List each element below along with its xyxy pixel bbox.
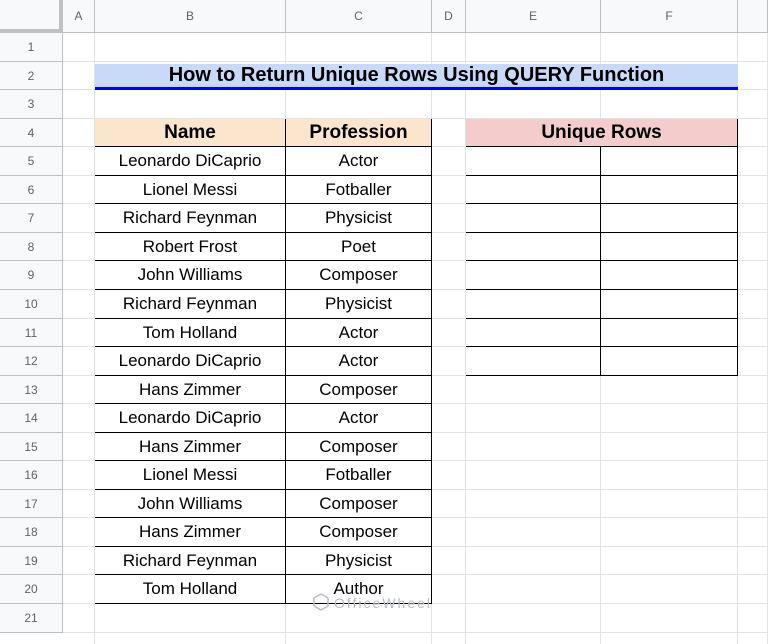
profession-cell[interactable]: Fotballer: [286, 461, 432, 490]
select-all-corner[interactable]: [0, 0, 63, 33]
name-cell[interactable]: Leonardo DiCaprio: [95, 147, 286, 176]
name-cell[interactable]: Leonardo DiCaprio: [95, 404, 286, 433]
unique-rows-header: Unique Rows: [466, 119, 738, 147]
profession-cell[interactable]: Composer: [286, 433, 432, 461]
name-cell[interactable]: Lionel Messi: [95, 176, 286, 204]
row-header-8[interactable]: 8: [0, 233, 63, 261]
profession-cell[interactable]: Physicist: [286, 290, 432, 319]
row-header-6[interactable]: 6: [0, 176, 63, 204]
name-cell[interactable]: John Williams: [95, 261, 286, 290]
row-header-17[interactable]: 17: [0, 490, 63, 518]
gridline-horizontal: [0, 632, 768, 633]
row-header-21[interactable]: 21: [0, 604, 63, 633]
row-header-11[interactable]: 11: [0, 319, 63, 347]
name-cell[interactable]: Lionel Messi: [95, 461, 286, 490]
profession-cell[interactable]: Physicist: [286, 547, 432, 575]
gridline-horizontal: [0, 61, 768, 62]
row-header-15[interactable]: 15: [0, 433, 63, 461]
column-header-e[interactable]: E: [466, 0, 601, 33]
unique-rows-empty-cell[interactable]: [601, 147, 738, 176]
name-cell[interactable]: Tom Holland: [95, 575, 286, 604]
row-header-18[interactable]: 18: [0, 518, 63, 547]
row-header-12[interactable]: 12: [0, 347, 63, 376]
profession-cell[interactable]: Composer: [286, 261, 432, 290]
unique-rows-empty-cell[interactable]: [466, 261, 601, 290]
row-header-1[interactable]: 1: [0, 33, 63, 62]
column-header-f[interactable]: F: [601, 0, 738, 33]
name-cell[interactable]: Richard Feynman: [95, 547, 286, 575]
unique-rows-empty-cell[interactable]: [466, 147, 601, 176]
name-cell[interactable]: Leonardo DiCaprio: [95, 347, 286, 376]
column-header-a[interactable]: A: [63, 0, 95, 33]
table-header-profession: Profession: [286, 119, 432, 147]
profession-cell[interactable]: Fotballer: [286, 176, 432, 204]
row-header-2[interactable]: 2: [0, 62, 63, 90]
profession-cell[interactable]: Actor: [286, 404, 432, 433]
name-cell[interactable]: Richard Feynman: [95, 204, 286, 233]
column-header-extra[interactable]: [738, 0, 768, 33]
row-header-7[interactable]: 7: [0, 204, 63, 233]
watermark-text: OfficeWheel: [334, 595, 432, 611]
unique-rows-empty-cell[interactable]: [601, 290, 738, 319]
unique-rows-empty-cell[interactable]: [601, 319, 738, 347]
unique-rows-empty-cell[interactable]: [601, 176, 738, 204]
row-header-14[interactable]: 14: [0, 404, 63, 433]
name-cell[interactable]: Tom Holland: [95, 319, 286, 347]
name-cell[interactable]: John Williams: [95, 490, 286, 518]
profession-cell[interactable]: Actor: [286, 147, 432, 176]
unique-rows-empty-cell[interactable]: [466, 347, 601, 376]
column-header-b[interactable]: B: [95, 0, 286, 33]
column-header-d[interactable]: D: [432, 0, 466, 33]
row-header-10[interactable]: 10: [0, 290, 63, 319]
table-header-name: Name: [95, 119, 286, 147]
profession-cell[interactable]: Composer: [286, 376, 432, 404]
row-header-3[interactable]: 3: [0, 90, 63, 119]
row-header-9[interactable]: 9: [0, 261, 63, 290]
unique-rows-empty-cell[interactable]: [466, 204, 601, 233]
name-cell[interactable]: Hans Zimmer: [95, 433, 286, 461]
name-cell[interactable]: Robert Frost: [95, 233, 286, 261]
officewheel-logo-icon: [312, 592, 330, 614]
name-cell[interactable]: Richard Feynman: [95, 290, 286, 319]
row-header-16[interactable]: 16: [0, 461, 63, 490]
watermark-logo: OfficeWheel: [312, 592, 462, 614]
row-header-5[interactable]: 5: [0, 147, 63, 176]
unique-rows-empty-cell[interactable]: [601, 233, 738, 261]
row-header-13[interactable]: 13: [0, 376, 63, 404]
unique-rows-empty-cell[interactable]: [466, 290, 601, 319]
profession-cell[interactable]: Poet: [286, 233, 432, 261]
name-cell[interactable]: Hans Zimmer: [95, 376, 286, 404]
unique-rows-empty-cell[interactable]: [601, 261, 738, 290]
profession-cell[interactable]: Composer: [286, 518, 432, 547]
unique-rows-empty-cell[interactable]: [601, 204, 738, 233]
name-cell[interactable]: Hans Zimmer: [95, 518, 286, 547]
profession-cell[interactable]: Composer: [286, 490, 432, 518]
profession-cell[interactable]: Actor: [286, 319, 432, 347]
row-header-19[interactable]: 19: [0, 547, 63, 575]
profession-cell[interactable]: Physicist: [286, 204, 432, 233]
profession-cell[interactable]: Actor: [286, 347, 432, 376]
unique-rows-empty-cell[interactable]: [601, 347, 738, 376]
page-title: How to Return Unique Rows Using QUERY Fu…: [95, 64, 738, 90]
row-header-20[interactable]: 20: [0, 575, 63, 604]
column-header-c[interactable]: C: [286, 0, 432, 33]
unique-rows-empty-cell[interactable]: [466, 319, 601, 347]
row-header-4[interactable]: 4: [0, 119, 63, 147]
unique-rows-empty-cell[interactable]: [466, 233, 601, 261]
unique-rows-empty-cell[interactable]: [466, 176, 601, 204]
